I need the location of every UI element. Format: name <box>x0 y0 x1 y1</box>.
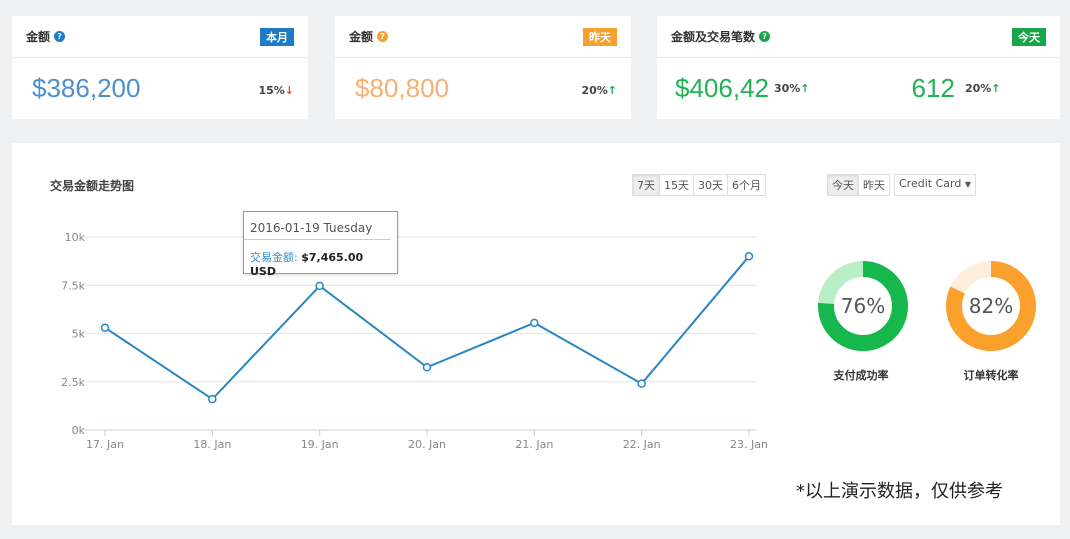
card-body: $406,42 30% ↑ 612 20% ↑ <box>657 58 1060 118</box>
donut-percent: 76% <box>841 294 885 318</box>
period-badge: 昨天 <box>583 27 617 46</box>
tooltip-label: 交易金额: <box>250 251 298 264</box>
card-header: 金额 ? 昨天 <box>335 16 631 58</box>
data-point <box>422 363 432 372</box>
y-tick-label: 10k <box>65 231 86 244</box>
trend-panel: 交易金额走势图 7天 15天 30天 6个月 0k 2.5k 5k 7.5k 10k 1… <box>12 143 1060 525</box>
x-tick-label: 17. Jan <box>86 438 124 451</box>
amount-value: $386,200 <box>32 72 141 103</box>
card-title-label: 金额及交易笔数 <box>671 30 756 44</box>
donut-label: 支付成功率 <box>833 369 889 382</box>
donut-conversion-rate: 82% <box>946 261 1036 351</box>
card-body: $80,800 20%↑ <box>335 58 631 118</box>
arrow-up-icon: ↑ <box>800 81 810 95</box>
x-tick-label: 23. Jan <box>730 438 768 451</box>
card-title: 金额 ? <box>26 28 66 45</box>
donut-button-yesterday[interactable]: 昨天 <box>858 174 890 196</box>
period-badge: 本月 <box>260 27 294 46</box>
dropdown-label: Credit Card <box>899 177 962 190</box>
donut-button-today[interactable]: 今天 <box>827 174 859 196</box>
card-title-label: 金额 <box>349 30 374 44</box>
y-tick-label: 7.5k <box>61 279 85 292</box>
series-line <box>104 255 750 401</box>
x-tick-label: 22. Jan <box>623 438 661 451</box>
amount-value: $406,42 <box>675 72 769 103</box>
stat-card-today: 金额及交易笔数 ? 今天 $406,42 30% ↑ 612 20% ↑ <box>657 16 1060 119</box>
change-percent: 20% <box>581 83 608 97</box>
card-body: $386,200 15%↓ <box>12 58 308 118</box>
change-percent: 15% <box>258 83 285 97</box>
amount-value: $80,800 <box>355 72 449 103</box>
transaction-count: 612 <box>911 72 955 103</box>
card-title: 金额 ? <box>349 28 389 45</box>
y-tick-label: 5k <box>72 328 86 341</box>
data-point <box>208 394 217 404</box>
donut-percent: 82% <box>969 294 1013 318</box>
help-icon[interactable]: ? <box>377 31 389 42</box>
y-tick-label: 0k <box>72 424 86 437</box>
donut-label: 订单转化率 <box>963 369 1019 382</box>
x-tick-label: 20. Jan <box>408 438 446 451</box>
line-chart: 0k 2.5k 5k 7.5k 10k 17. Jan 18. Jan 19. Jan 20.… <box>61 231 768 451</box>
help-icon[interactable]: ? <box>54 31 66 42</box>
arrow-down-icon: ↓ <box>284 83 294 97</box>
data-point <box>530 318 539 328</box>
stat-card-yesterday: 金额 ? 昨天 $80,800 20%↑ <box>335 16 631 119</box>
tooltip-date: 2016-01-19 Tuesday <box>244 212 391 240</box>
arrow-up-icon: ↑ <box>991 81 1001 95</box>
change-percent: 30% <box>773 81 801 95</box>
y-tick-label: 2.5k <box>61 376 85 389</box>
card-title-label: 金额 <box>26 30 51 44</box>
arrow-up-icon: ↑ <box>607 83 617 97</box>
card-title: 金额及交易笔数 ? <box>671 28 771 45</box>
caret-down-icon: ▼ <box>964 180 971 189</box>
demo-data-note: *以上演示数据，仅供参考 <box>796 481 1003 502</box>
card-header: 金额及交易笔数 ? 今天 <box>657 16 1060 58</box>
x-tick-label: 19. Jan <box>301 438 339 451</box>
x-tick-label: 18. Jan <box>193 438 231 451</box>
x-tick-label: 21. Jan <box>515 438 553 451</box>
data-point <box>100 323 110 332</box>
help-icon[interactable]: ? <box>759 31 771 42</box>
period-badge: 今天 <box>1012 27 1046 46</box>
data-point <box>744 252 754 261</box>
count-change-percent: 20% <box>964 81 992 95</box>
tooltip-row: 交易金额: $7,465.00 USD <box>244 240 397 287</box>
donut-success-rate: 76% <box>818 261 908 351</box>
payment-method-dropdown[interactable]: Credit Card ▼ <box>894 174 976 196</box>
data-point <box>637 379 646 388</box>
donut-range-group: 今天 昨天 Credit Card ▼ <box>827 174 976 196</box>
chart-tooltip: 2016-01-19 Tuesday 交易金额: $7,465.00 USD <box>243 211 398 278</box>
stat-card-month: 金额 ? 本月 $386,200 15%↓ <box>12 16 308 119</box>
card-header: 金额 ? 本月 <box>12 16 308 58</box>
